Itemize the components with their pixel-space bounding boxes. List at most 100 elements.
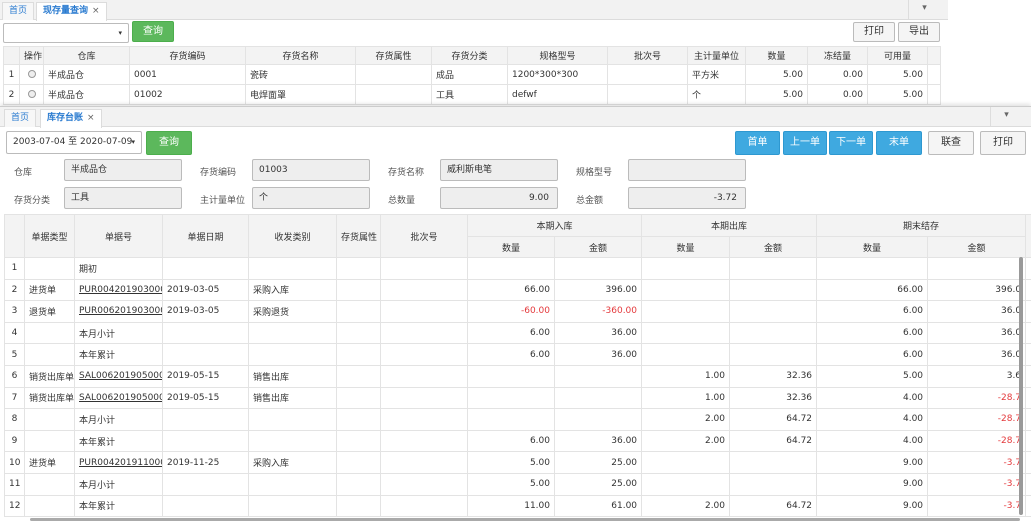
cell-spacer — [1025, 321, 1031, 345]
last-record-button[interactable]: 末单 — [876, 131, 922, 155]
tab-home[interactable]: 首页 — [2, 2, 35, 20]
tab-stock-query[interactable]: 现存量查询 × — [36, 2, 107, 21]
tab-menu-icon[interactable]: ▾ — [990, 107, 1022, 126]
col-header: 仓库 — [43, 46, 130, 65]
table-row[interactable]: 10 进货单 PUR0042019110001 2019-11-25 采购入库 5.00 2… — [4, 451, 1031, 474]
table-row[interactable]: 3 退货单 PUR0062019030001 2019-03-05 采购退货 -60.00… — [4, 300, 1031, 323]
table-row[interactable]: 4 本月小计 6.00 36.00 6.00 36.0 — [4, 321, 1031, 345]
table-row[interactable]: 7 销货出库单 SAL0062019050002 2019-05-15 销售出库 1.00… — [4, 386, 1031, 410]
tab-home[interactable]: 首页 — [4, 109, 37, 127]
unit-field: 个 — [252, 187, 370, 209]
col-header: 存货名称 — [245, 46, 356, 65]
table-row[interactable]: 1 期初 — [4, 257, 1031, 280]
date-range-select[interactable]: 2003-07-04 至 2020-07-09 ▾ — [6, 131, 142, 154]
first-record-button[interactable]: 首单 — [735, 131, 780, 155]
cell-io-type: 采购退货 — [248, 300, 337, 323]
table-row[interactable]: 5 本年累计 6.00 36.00 6.00 36.0 — [4, 343, 1031, 366]
doc-link[interactable]: PUR0062019030001 — [79, 306, 162, 316]
row-number: 3 — [4, 300, 25, 323]
cell-out-amount — [729, 451, 818, 474]
row-number: 5 — [4, 343, 25, 366]
table-row[interactable]: 8 本月小计 2.00 64.72 4.00 -28.7 — [4, 408, 1031, 431]
ledger-print-button[interactable]: 打印 — [980, 131, 1026, 155]
doc-link[interactable]: PUR0042019110001 — [79, 458, 162, 468]
col-header: 规格型号 — [507, 46, 608, 65]
doc-link[interactable]: SAL0062019050001 — [79, 371, 162, 381]
cell-end-amount: 3.6 — [927, 364, 1027, 388]
cell-in-qty: 5.00 — [467, 451, 555, 474]
cell-out-qty — [641, 472, 731, 496]
stock-print-button[interactable]: 打印 — [853, 22, 895, 42]
item-name-field: 威利斯电笔 — [440, 159, 558, 181]
cell-doc-type: 销货出库单 — [24, 364, 75, 388]
unit-label: 主计量单位 — [200, 196, 246, 206]
table-row[interactable]: 6 销货出库单 SAL0062019050001 2019-05-15 销售出库 1.00… — [4, 364, 1031, 388]
cell-category: 成品 — [431, 64, 508, 85]
cell-avail: 5.00 — [867, 64, 928, 85]
close-icon[interactable]: × — [87, 113, 95, 123]
cell-in-amount: 396.00 — [553, 278, 643, 302]
cell-doc-date: 2019-03-05 — [162, 300, 249, 323]
category-label: 存货分类 — [14, 196, 51, 206]
cell-spec: defwf — [507, 84, 608, 105]
cell-out-qty — [641, 451, 731, 474]
stock-query-select[interactable]: ▾ — [3, 23, 129, 43]
tab-menu-icon[interactable]: ▾ — [908, 0, 940, 19]
row-number-header — [4, 214, 25, 258]
cell-io-type: 采购入库 — [248, 451, 337, 474]
ledger-query-button[interactable]: 查询 — [146, 131, 192, 155]
cell-frozen: 0.00 — [807, 84, 868, 105]
row-select-radio[interactable] — [19, 84, 44, 105]
cell-spacer — [1025, 257, 1031, 280]
cell-end-qty: 5.00 — [816, 364, 929, 388]
cell-doc-type — [24, 494, 75, 518]
cell-out-amount — [729, 300, 818, 323]
cell-out-qty: 2.00 — [641, 429, 731, 453]
table-row[interactable]: 1 半成品仓 0001 瓷砖 成品 1200*300*300 平方米 5.00 … — [3, 64, 941, 85]
cell-batch — [380, 472, 468, 496]
cell-batch — [380, 321, 468, 345]
cell-name: 瓷砖 — [245, 64, 356, 85]
prev-record-button[interactable]: 上一单 — [783, 131, 827, 155]
cell-out-qty — [641, 278, 731, 302]
close-icon[interactable]: × — [92, 6, 100, 16]
cell-attr — [336, 343, 381, 366]
cell-end-amount: -28.7 — [927, 386, 1027, 410]
cell-attr — [336, 364, 381, 388]
cell-batch — [380, 300, 468, 323]
cell-end-amount: -3.7 — [927, 472, 1027, 496]
total-amount-label: 总金额 — [576, 196, 604, 206]
cell-unit: 平方米 — [687, 64, 746, 85]
tab-stock-ledger[interactable]: 库存台账 × — [40, 109, 102, 128]
doc-link[interactable]: PUR0042019030001 — [79, 285, 162, 295]
cell-in-amount: 61.00 — [553, 494, 643, 518]
doc-link[interactable]: SAL0062019050002 — [79, 393, 162, 403]
cell-io-type: 销售出库 — [248, 386, 337, 410]
col-header: 存货属性 — [355, 46, 432, 65]
table-row[interactable]: 2 半成品仓 01002 电焊面罩 工具 defwf 个 5.00 0.00 5… — [3, 84, 941, 105]
category-field: 工具 — [64, 187, 182, 209]
cell-batch — [380, 429, 468, 453]
table-header-row: 操作 仓库 存货编码 存货名称 存货属性 存货分类 规格型号 批次号 主计量单位… — [3, 46, 941, 65]
horizontal-scrollbar[interactable] — [30, 518, 1020, 521]
row-select-radio[interactable] — [19, 64, 44, 85]
row-number: 10 — [4, 451, 25, 474]
cell-doc-date — [162, 343, 249, 366]
ledger-window: 首页 库存台账 × ▾ 2003-07-04 至 2020-07-09 ▾ 查询 首… — [0, 106, 1031, 522]
lookup-button[interactable]: 联查 — [928, 131, 974, 155]
cell-doc-type — [24, 408, 75, 431]
table-row[interactable]: 12 本年累计 11.00 61.00 2.00 64.72 9.00 -3.7 — [4, 494, 1031, 518]
cell-doc-type — [24, 321, 75, 345]
next-record-button[interactable]: 下一单 — [829, 131, 873, 155]
ledger-table: 单据类型 单据号 单据日期 收发类别 存货属性 批次号 本期入库 本期出库 期末… — [4, 214, 1031, 518]
stock-query-button[interactable]: 查询 — [132, 21, 174, 42]
table-row[interactable]: 11 本月小计 5.00 25.00 9.00 -3.7 — [4, 472, 1031, 496]
row-number: 2 — [4, 278, 25, 302]
vertical-scrollbar[interactable] — [1019, 257, 1023, 515]
cell-spacer — [1025, 300, 1031, 323]
stock-export-button[interactable]: 导出 — [898, 22, 940, 42]
cell-spacer — [927, 64, 941, 85]
table-row[interactable]: 2 进货单 PUR0042019030001 2019-03-05 采购入库 66.00 3… — [4, 278, 1031, 302]
table-row[interactable]: 9 本年累计 6.00 36.00 2.00 64.72 4.00 -28.7 — [4, 429, 1031, 453]
cell-end-qty: 4.00 — [816, 386, 929, 410]
